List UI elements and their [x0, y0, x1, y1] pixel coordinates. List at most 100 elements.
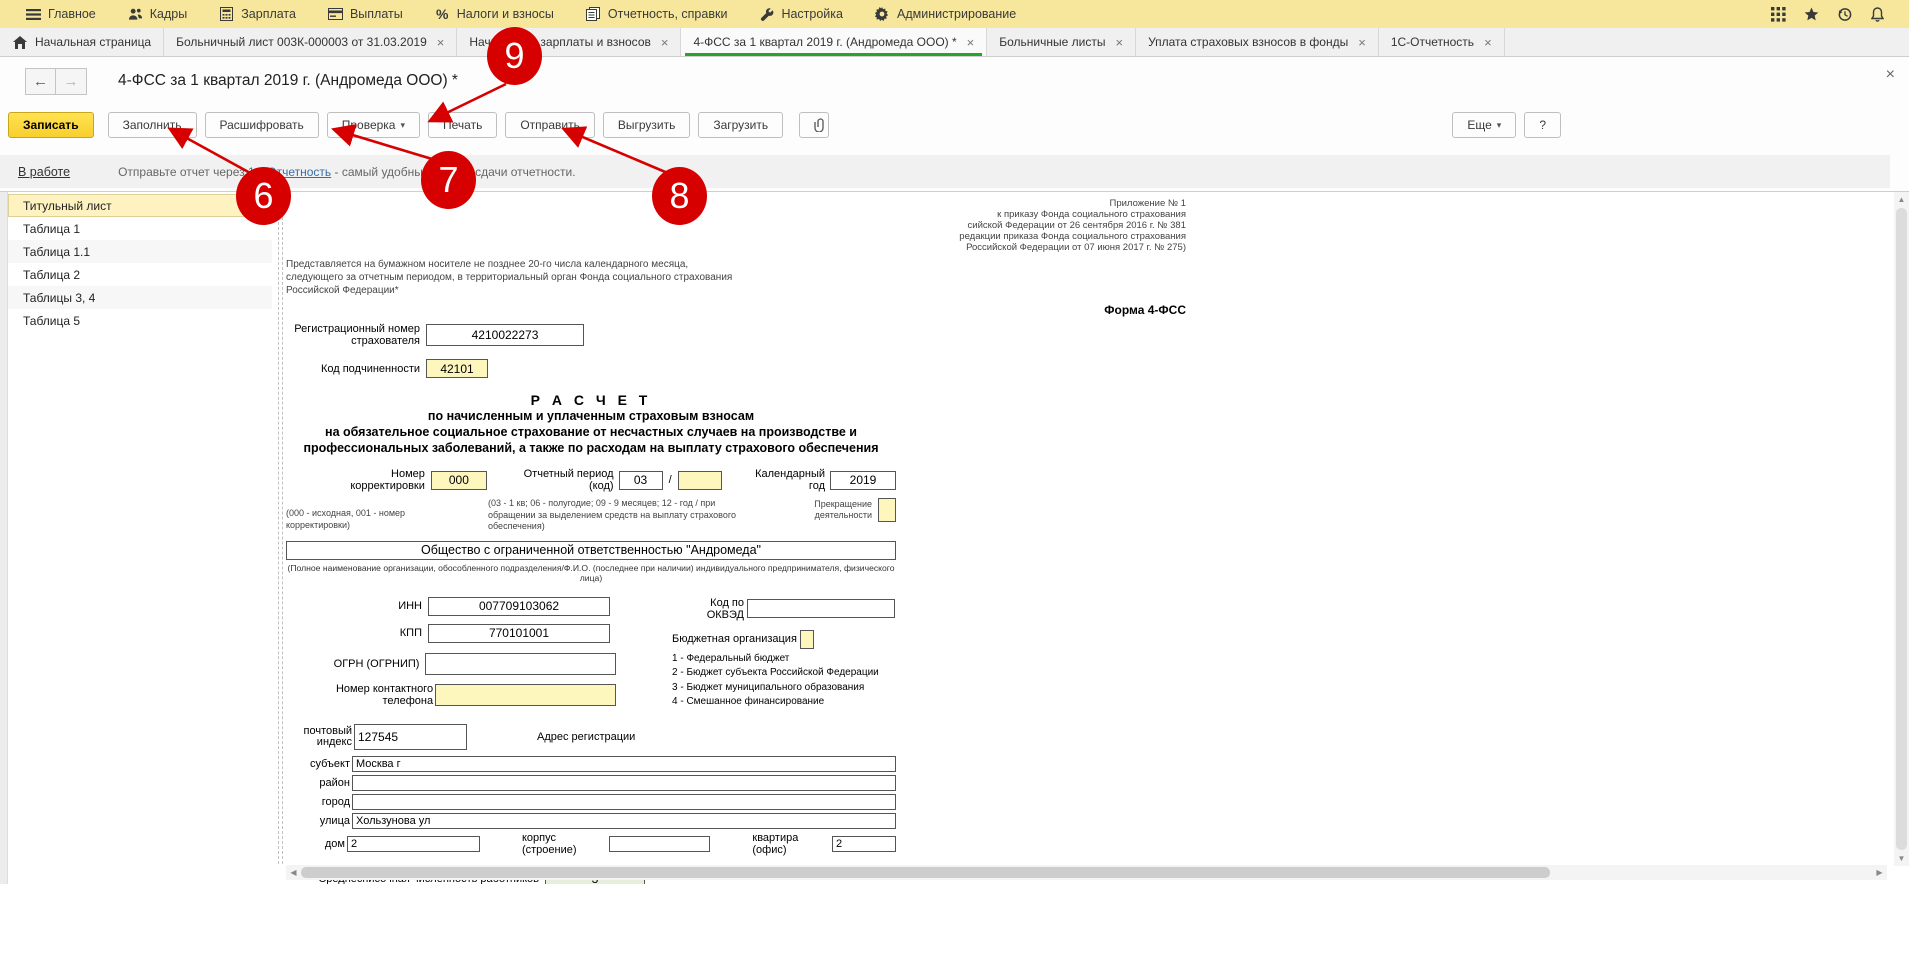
tab-4fss-report[interactable]: 4-ФСС за 1 квартал 2019 г. (Андромеда ОО…	[681, 28, 987, 56]
tab-home[interactable]: Начальная страница	[0, 28, 164, 56]
page-margin-guide	[278, 192, 283, 864]
district-field[interactable]	[352, 775, 896, 791]
history-icon[interactable]	[1837, 7, 1852, 22]
vertical-scrollbar[interactable]: ▲ ▼	[1894, 192, 1909, 866]
menu-item-main[interactable]: Главное	[10, 0, 112, 28]
fill-button[interactable]: Заполнить	[108, 112, 197, 138]
menu-label: Главное	[48, 7, 96, 21]
favorites-star-icon[interactable]	[1804, 7, 1819, 22]
attachment-button[interactable]	[799, 112, 829, 138]
inn-label: ИНН	[286, 600, 422, 612]
appendix-note: Приложение № 1 к приказу Фонда социально…	[286, 198, 1186, 253]
sidebar-item-table-5[interactable]: Таблица 5	[8, 309, 272, 332]
forward-button[interactable]: →	[56, 68, 87, 95]
postal-code-label: почтовыйиндекс	[286, 726, 352, 748]
close-icon[interactable]: ×	[967, 35, 975, 50]
scroll-down-icon[interactable]: ▼	[1898, 851, 1906, 866]
scroll-right-icon[interactable]: ▶	[1872, 868, 1887, 877]
menu-label: Настройка	[781, 7, 843, 21]
apartment-field[interactable]	[832, 836, 896, 852]
kpp-field[interactable]	[428, 624, 610, 643]
back-button[interactable]: ←	[25, 68, 56, 95]
postal-code-field[interactable]	[354, 724, 467, 750]
tab-sick-leaves[interactable]: Больничные листы ×	[987, 28, 1136, 56]
menu-item-salary[interactable]: Зарплата	[203, 0, 312, 28]
sidebar-item-table-1-1[interactable]: Таблица 1.1	[8, 240, 272, 263]
okved-field[interactable]	[747, 599, 895, 618]
status-state-link[interactable]: В работе	[18, 165, 70, 179]
menu-item-hr[interactable]: Кадры	[112, 0, 203, 28]
callout-7: 7	[421, 151, 476, 209]
window-close-icon[interactable]: ×	[1886, 66, 1895, 84]
work-area: Титульный лист Таблица 1 Таблица 1.1 Таб…	[0, 191, 1909, 884]
status-message-prefix: Отправьте отчет через	[118, 165, 248, 179]
sidebar-item-table-1[interactable]: Таблица 1	[8, 217, 272, 240]
apps-grid-icon[interactable]	[1771, 7, 1786, 22]
scroll-up-icon[interactable]: ▲	[1898, 192, 1906, 207]
close-icon[interactable]: ×	[661, 35, 669, 50]
main-menubar: Главное Кадры Зарплата Выплаты % Налоги …	[0, 0, 1909, 28]
house-label: дом	[286, 838, 345, 850]
menu-label: Отчетность, справки	[608, 7, 728, 21]
period-extra-field[interactable]	[678, 471, 722, 490]
tab-insurance-payments[interactable]: Уплата страховых взносов в фонды ×	[1136, 28, 1379, 56]
people-icon	[128, 7, 143, 22]
menu-item-admin[interactable]: Администрирование	[859, 0, 1032, 28]
more-button[interactable]: Еще ▾	[1452, 112, 1516, 138]
phone-field[interactable]	[435, 684, 616, 706]
correction-label: Номер корректировки	[318, 468, 425, 492]
scroll-left-icon[interactable]: ◀	[286, 868, 301, 877]
budget-org-label: Бюджетная организация	[672, 633, 797, 645]
sidebar-item-tables-3-4[interactable]: Таблицы 3, 4	[8, 286, 272, 309]
phone-label: Номер контактного телефона	[286, 683, 433, 707]
print-button[interactable]: Печать	[428, 112, 497, 138]
house-field[interactable]	[347, 836, 480, 852]
tab-1c-reporting[interactable]: 1С-Отчетность ×	[1379, 28, 1505, 56]
subject-label: субъект	[286, 758, 350, 770]
menu-item-settings[interactable]: Настройка	[743, 0, 859, 28]
upload-button[interactable]: Выгрузить	[603, 112, 691, 138]
menu-item-taxes[interactable]: % Налоги и взносы	[419, 0, 570, 28]
org-name-field[interactable]: Общество с ограниченной ответственностью…	[286, 541, 896, 560]
close-icon[interactable]: ×	[1484, 35, 1492, 50]
sidebar-item-table-2[interactable]: Таблица 2	[8, 263, 272, 286]
year-field[interactable]	[830, 471, 896, 490]
inn-field[interactable]	[428, 597, 610, 616]
tab-label: 1С-Отчетность	[1391, 35, 1474, 49]
subject-field[interactable]	[352, 756, 896, 772]
save-button[interactable]: Записать	[8, 112, 94, 138]
close-icon[interactable]: ×	[1115, 35, 1123, 50]
ogrn-field[interactable]	[425, 653, 616, 675]
close-icon[interactable]: ×	[437, 35, 445, 50]
download-button[interactable]: Загрузить	[698, 112, 783, 138]
help-button[interactable]: ?	[1524, 112, 1561, 138]
vertical-scroll-thumb[interactable]	[1896, 208, 1907, 850]
district-label: район	[286, 777, 350, 789]
notifications-bell-icon[interactable]	[1870, 7, 1885, 22]
menu-item-payments[interactable]: Выплаты	[312, 0, 419, 28]
budget-org-field[interactable]	[800, 630, 814, 649]
decrypt-button[interactable]: Расшифровать	[205, 112, 319, 138]
subordination-field[interactable]	[426, 359, 488, 378]
check-button[interactable]: Проверка ▾	[327, 112, 420, 138]
menu-item-reports[interactable]: Отчетность, справки	[570, 0, 744, 28]
tab-sick-leave-doc[interactable]: Больничный лист 003К-000003 от 31.03.201…	[164, 28, 457, 56]
send-button[interactable]: Отправить	[505, 112, 595, 138]
building-field[interactable]	[609, 836, 710, 852]
correction-field[interactable]	[431, 471, 487, 490]
reg-number-field[interactable]	[426, 324, 584, 346]
sidebar-item-title-page[interactable]: Титульный лист	[8, 194, 272, 217]
city-field[interactable]	[352, 794, 896, 810]
horizontal-scroll-thumb[interactable]	[301, 867, 1550, 878]
gear-icon	[875, 7, 890, 22]
period-field[interactable]	[619, 471, 663, 490]
tab-label: Уплата страховых взносов в фонды	[1148, 35, 1348, 49]
close-icon[interactable]: ×	[1358, 35, 1366, 50]
street-field[interactable]	[352, 813, 896, 829]
report-heading: Р А С Ч Е Т по начисленным и уплаченным …	[286, 392, 896, 456]
termination-label: Прекращениедеятельности	[814, 499, 872, 521]
termination-field[interactable]	[878, 498, 896, 522]
horizontal-scrollbar[interactable]: ◀ ▶	[286, 865, 1887, 880]
menu-label: Администрирование	[897, 7, 1016, 21]
left-gutter	[0, 192, 8, 884]
